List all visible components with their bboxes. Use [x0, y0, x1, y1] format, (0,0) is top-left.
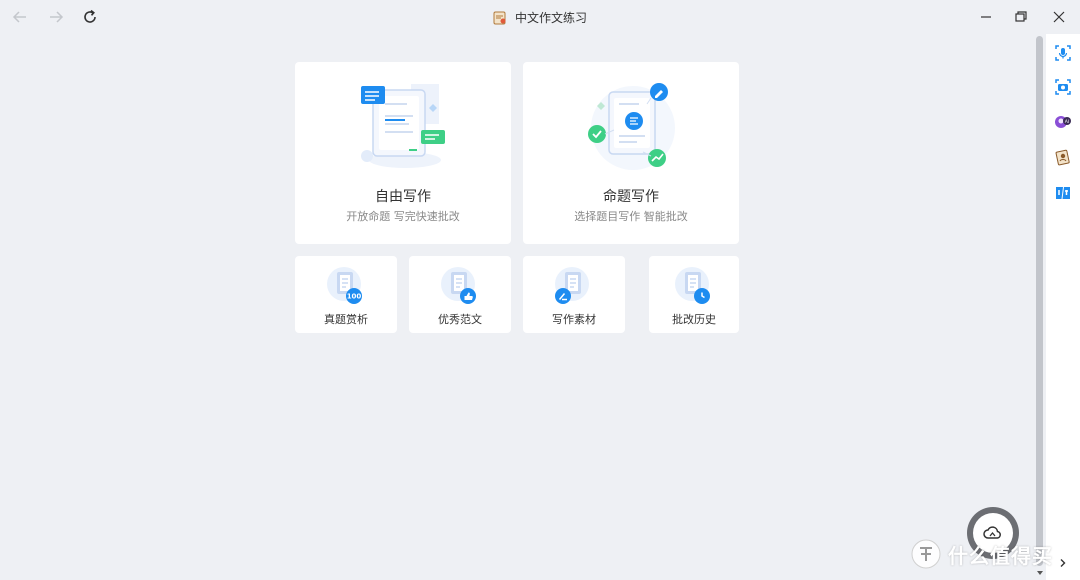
translate-icon [1056, 187, 1070, 199]
app-logo-icon [493, 11, 506, 24]
chevron-right-icon [1060, 559, 1066, 567]
card-title: 命题写作 [603, 189, 659, 205]
arrow-left-icon [12, 11, 26, 23]
restore-icon [1015, 11, 1027, 22]
card-subtitle: 开放命题 写完快速批改 [346, 210, 460, 223]
tool-card-label: 批改历史 [672, 313, 716, 326]
restore-button[interactable] [1009, 5, 1033, 29]
minimize-button[interactable] [974, 5, 998, 29]
tool-card-label: 真题赏析 [324, 313, 368, 326]
profile-card-icon [1055, 149, 1070, 166]
card-title: 自由写作 [375, 189, 431, 205]
close-button[interactable] [1047, 5, 1071, 29]
scrollbar-thumb[interactable] [1036, 36, 1043, 566]
sidebar-voice-button[interactable] [1054, 44, 1072, 62]
camera-icon [1055, 79, 1071, 95]
badge-text: 100 [347, 293, 362, 301]
excellent-essay-card[interactable]: 优秀范文 [409, 256, 511, 333]
tool-card-label: 写作素材 [552, 313, 596, 326]
writing-material-icon [555, 267, 589, 304]
exam-appreciation-card[interactable]: 100 真题赏析 [295, 256, 397, 333]
correction-history-icon [675, 267, 710, 304]
refresh-button[interactable] [78, 5, 102, 29]
watermark: 什么值得买 [910, 538, 1053, 570]
correction-history-card[interactable]: 批改历史 [649, 256, 739, 333]
svg-text:AI: AI [1065, 119, 1069, 125]
refresh-icon [84, 9, 96, 23]
voice-icon [1055, 45, 1071, 61]
right-sidebar: AI [1046, 34, 1080, 580]
close-icon [1053, 11, 1065, 23]
scroll-down-arrow-icon[interactable] [1036, 569, 1044, 577]
minimize-icon [981, 16, 991, 18]
excellent-essay-icon [441, 267, 476, 304]
topic-writing-illustration [588, 83, 675, 170]
sidebar-card-button[interactable] [1054, 148, 1072, 166]
watermark-logo-icon [911, 539, 941, 569]
window-title-text: 中文作文练习 [514, 11, 587, 25]
sidebar-collapse-button[interactable] [1056, 556, 1070, 570]
arrow-right-icon [50, 11, 64, 23]
free-writing-card[interactable]: 自由写作 开放命题 写完快速批改 [295, 62, 511, 244]
exam-appreciation-icon: 100 [327, 267, 362, 304]
avatar-icon: AI [1055, 116, 1071, 128]
topic-writing-card[interactable]: 命题写作 选择题目写作 智能批改 [523, 62, 739, 244]
tool-card-label: 优秀范文 [438, 313, 482, 326]
writing-material-card[interactable]: 写作素材 [523, 256, 625, 333]
free-writing-illustration [361, 84, 445, 168]
window-title: 中文作文练习 [0, 9, 1080, 26]
forward-button[interactable] [44, 5, 68, 29]
card-subtitle: 选择题目写作 智能批改 [574, 210, 688, 223]
sidebar-camera-button[interactable] [1054, 78, 1072, 96]
title-bar: 中文作文练习 [0, 0, 1080, 34]
back-button[interactable] [8, 5, 32, 29]
watermark-text: 什么值得买 [948, 543, 1053, 568]
sidebar-avatar-button[interactable]: AI [1054, 113, 1072, 131]
sidebar-translate-button[interactable] [1054, 184, 1072, 202]
